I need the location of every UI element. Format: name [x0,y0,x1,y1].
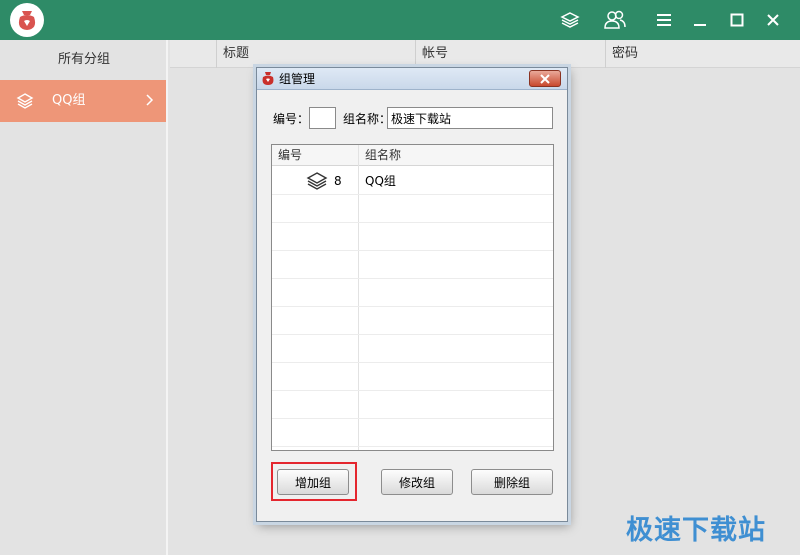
menu-icon[interactable] [652,8,676,32]
empty-row [272,195,553,223]
list-column-id[interactable]: 编号 [272,145,358,166]
layers-icon[interactable] [558,8,582,32]
list-column-name[interactable]: 组名称 [358,145,553,166]
close-icon [540,73,550,84]
empty-row [272,391,553,419]
empty-row [272,419,553,447]
column-account[interactable]: 帐号 [415,40,605,68]
empty-row [272,279,553,307]
add-group-button[interactable]: 增加组 [277,469,349,495]
empty-row [272,335,553,363]
layers-icon [16,93,34,112]
id-label: 编号： [273,112,310,126]
sidebar-header: 所有分组 [57,52,110,67]
column-password[interactable]: 密码 [605,40,800,68]
minimize-icon[interactable] [688,8,712,32]
empty-row [272,363,553,391]
sidebar: 所有分组 QQ组 [0,40,168,555]
dialog-title-bar[interactable]: 组管理 [257,68,567,90]
sidebar-item-label: QQ组 [52,93,86,108]
app-logo [10,3,44,37]
list-header: 编号 组名称 [272,145,553,166]
list-item-name: QQ组 [365,174,396,188]
column-title[interactable]: 标题 [216,40,415,68]
watermark: 极速下载站 [626,515,766,546]
group-manager-dialog: 组管理 编号： 组名称： 编号 组名称 8 QQ组 增加组 修改组 删 [256,67,568,522]
users-icon[interactable] [603,8,627,32]
group-list[interactable]: 编号 组名称 8 QQ组 [271,144,554,451]
list-item[interactable]: 8 QQ组 [272,167,553,195]
app-icon [261,71,275,89]
empty-row [272,223,553,251]
name-label: 组名称： [343,112,392,126]
group-name-field[interactable] [387,107,553,129]
sidebar-item-qq-group[interactable]: QQ组 [0,80,166,122]
empty-row [272,307,553,335]
chevron-right-icon [146,94,154,109]
table-header: 标题 帐号 密码 [170,40,800,68]
list-item-id: 8 [334,174,342,188]
title-bar [0,0,800,40]
modify-group-button[interactable]: 修改组 [381,469,453,495]
empty-row [272,251,553,279]
layers-icon [306,172,328,193]
maximize-icon[interactable] [725,8,749,32]
id-field[interactable] [309,107,336,129]
dialog-title: 组管理 [279,72,316,86]
delete-group-button[interactable]: 删除组 [471,469,553,495]
close-icon[interactable] [761,8,785,32]
dialog-close-button[interactable] [529,70,561,87]
